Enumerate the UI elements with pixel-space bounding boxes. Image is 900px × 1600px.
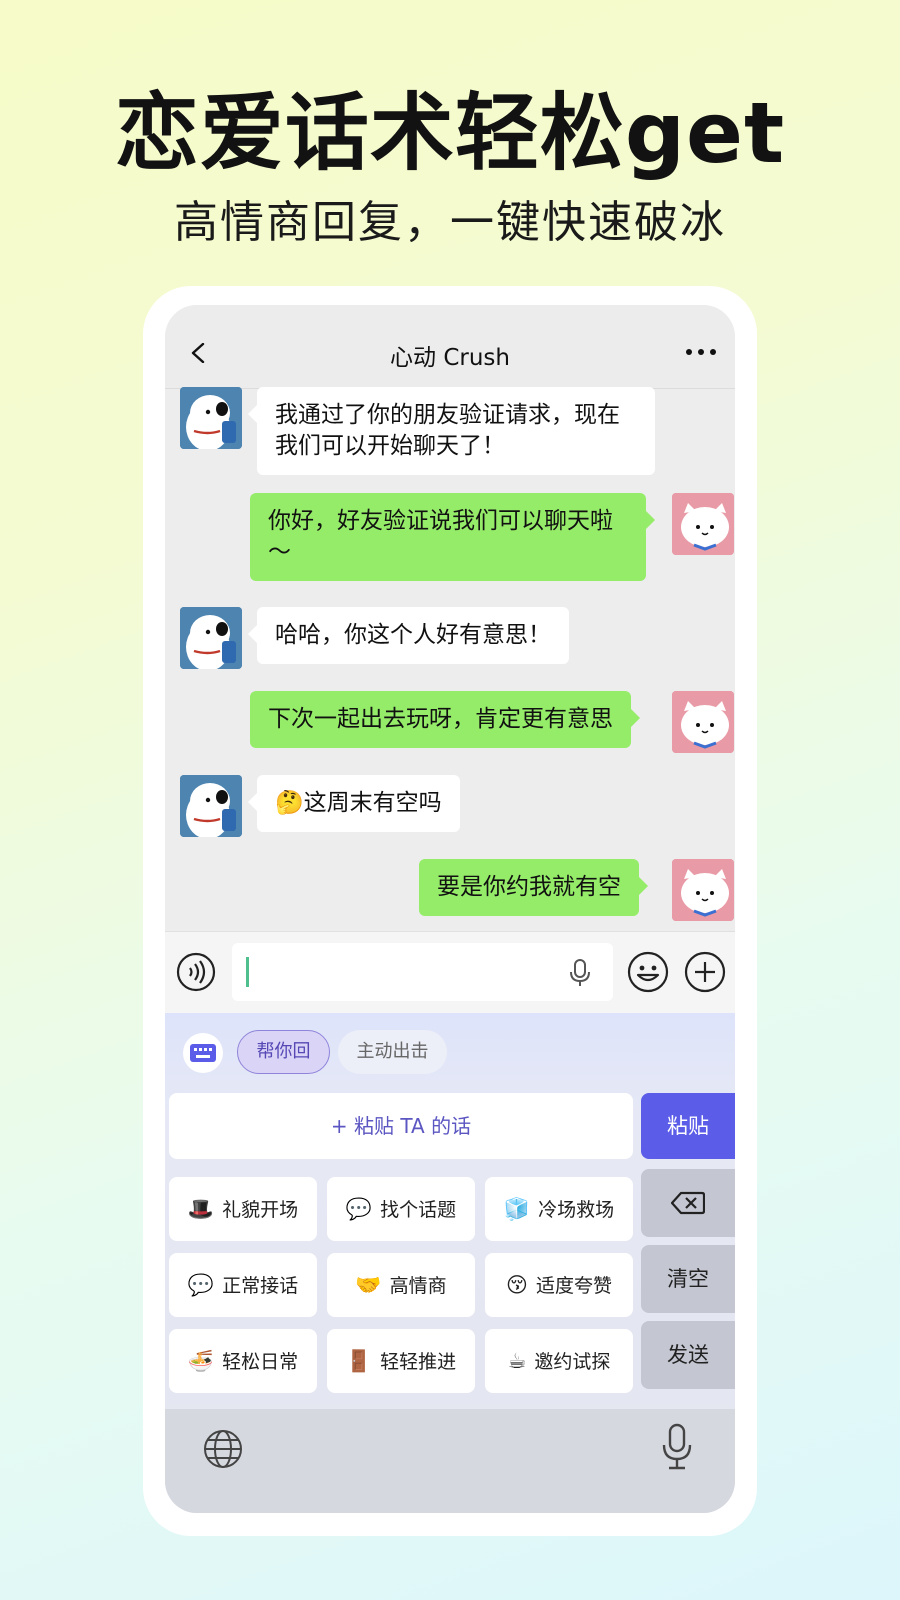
contact-avatar[interactable]: [180, 775, 242, 837]
self-avatar[interactable]: [672, 859, 734, 921]
speech-bubble-icon: 💬: [345, 1197, 373, 1221]
incoming-message-bubble[interactable]: 哈哈，你这个人好有意思！: [248, 607, 569, 664]
door-icon: 🚪: [345, 1349, 373, 1373]
emoji-icon[interactable]: [627, 951, 669, 993]
chip-invite-probe[interactable]: ☕ 邀约试探: [485, 1329, 633, 1393]
outgoing-message-bubble[interactable]: 你好，好友验证说我们可以聊天啦～: [250, 493, 655, 581]
chip-casual-daily[interactable]: 🍜 轻松日常: [169, 1329, 317, 1393]
cat-avatar-icon: [672, 859, 734, 921]
tab-help-reply[interactable]: 帮你回: [237, 1030, 330, 1074]
chip-label: 冷场救场: [538, 1199, 615, 1221]
chip-find-topic[interactable]: 💬 找个话题: [327, 1177, 475, 1241]
chip-label: 礼貌开场: [222, 1199, 299, 1221]
delete-button[interactable]: [641, 1169, 735, 1237]
self-avatar[interactable]: [672, 691, 734, 753]
contact-avatar[interactable]: [180, 607, 242, 669]
chip-label: 邀约试探: [534, 1351, 611, 1373]
phone-screen: 心动 Crush 我通过了你的朋友验证请求，现在我们可以开始聊天了！ 你好，好友…: [165, 305, 735, 1513]
text-caret: [246, 957, 249, 987]
handshake-icon: 🤝: [355, 1273, 382, 1297]
microphone-icon[interactable]: [661, 1423, 693, 1471]
chip-label: 轻松日常: [222, 1351, 299, 1373]
chip-label: 正常接话: [222, 1275, 299, 1297]
cat-avatar-icon: [672, 691, 734, 753]
dog-avatar-icon: [180, 775, 242, 837]
chat-title: 心动 Crush: [390, 345, 510, 371]
promo-headline: 恋爱话术轻松get: [114, 84, 786, 182]
backspace-icon: [670, 1191, 706, 1215]
chip-label: 轻轻推进: [380, 1351, 457, 1373]
more-dots-icon[interactable]: [685, 347, 717, 357]
ice-cube-icon: 🧊: [503, 1197, 531, 1221]
chip-label: 适度夸赞: [535, 1275, 612, 1297]
keyboard-toggle-button[interactable]: [183, 1033, 223, 1073]
microphone-icon[interactable]: [569, 959, 591, 987]
dog-avatar-icon: [180, 607, 242, 669]
chip-high-eq[interactable]: 🤝 高情商: [327, 1253, 475, 1317]
keyboard-icon: [190, 1044, 216, 1062]
dog-avatar-icon: [180, 387, 242, 449]
self-avatar[interactable]: [672, 493, 734, 555]
kissing-face-icon: 😚: [506, 1273, 528, 1297]
noodle-bowl-icon: 🍜: [187, 1349, 215, 1373]
chip-normal-reply[interactable]: 💬 正常接话: [169, 1253, 317, 1317]
top-hat-icon: 🎩: [187, 1197, 215, 1221]
chip-polite-opening[interactable]: 🎩 礼貌开场: [169, 1177, 317, 1241]
globe-icon[interactable]: [203, 1429, 243, 1469]
contact-avatar[interactable]: [180, 387, 242, 449]
keyboard-bottom-row: [165, 1409, 735, 1513]
message-input-bar: [165, 931, 735, 1013]
paste-button[interactable]: 粘贴: [641, 1093, 735, 1159]
speech-bubble-icon: 💬: [187, 1273, 215, 1297]
chat-message-list[interactable]: 我通过了你的朋友验证请求，现在我们可以开始聊天了！ 你好，好友验证说我们可以聊天…: [165, 387, 735, 949]
incoming-message-bubble[interactable]: 🤔这周末有空吗: [248, 775, 460, 832]
incoming-message-bubble[interactable]: 我通过了你的朋友验证请求，现在我们可以开始聊天了！: [248, 387, 655, 475]
cat-avatar-icon: [672, 493, 734, 555]
chat-navbar: 心动 Crush: [165, 305, 735, 389]
outgoing-message-bubble[interactable]: 要是你约我就有空: [419, 859, 648, 916]
voice-message-icon[interactable]: [176, 952, 216, 992]
chip-break-silence[interactable]: 🧊 冷场救场: [485, 1177, 633, 1241]
outgoing-message-bubble[interactable]: 下次一起出去玩呀，肯定更有意思: [250, 691, 640, 748]
chip-label: 高情商: [389, 1275, 447, 1297]
message-input[interactable]: [232, 943, 613, 1001]
paste-their-message-field[interactable]: + 粘贴 TA 的话: [169, 1093, 633, 1159]
ai-reply-keyboard: 帮你回 主动出击 + 粘贴 TA 的话 粘贴 🎩 礼貌开场 💬 找个话题 🧊 冷场救场…: [165, 1013, 735, 1513]
plus-icon[interactable]: [684, 951, 726, 993]
chip-label: 找个话题: [380, 1199, 457, 1221]
chip-gentle-advance[interactable]: 🚪 轻轻推进: [327, 1329, 475, 1393]
coffee-icon: ☕: [507, 1349, 527, 1373]
clear-button[interactable]: 清空: [641, 1245, 735, 1313]
send-button[interactable]: 发送: [641, 1321, 735, 1389]
chip-moderate-praise[interactable]: 😚 适度夸赞: [485, 1253, 633, 1317]
promo-subhead: 高情商回复，一键快速破冰: [174, 197, 726, 248]
tab-take-initiative[interactable]: 主动出击: [338, 1030, 447, 1074]
